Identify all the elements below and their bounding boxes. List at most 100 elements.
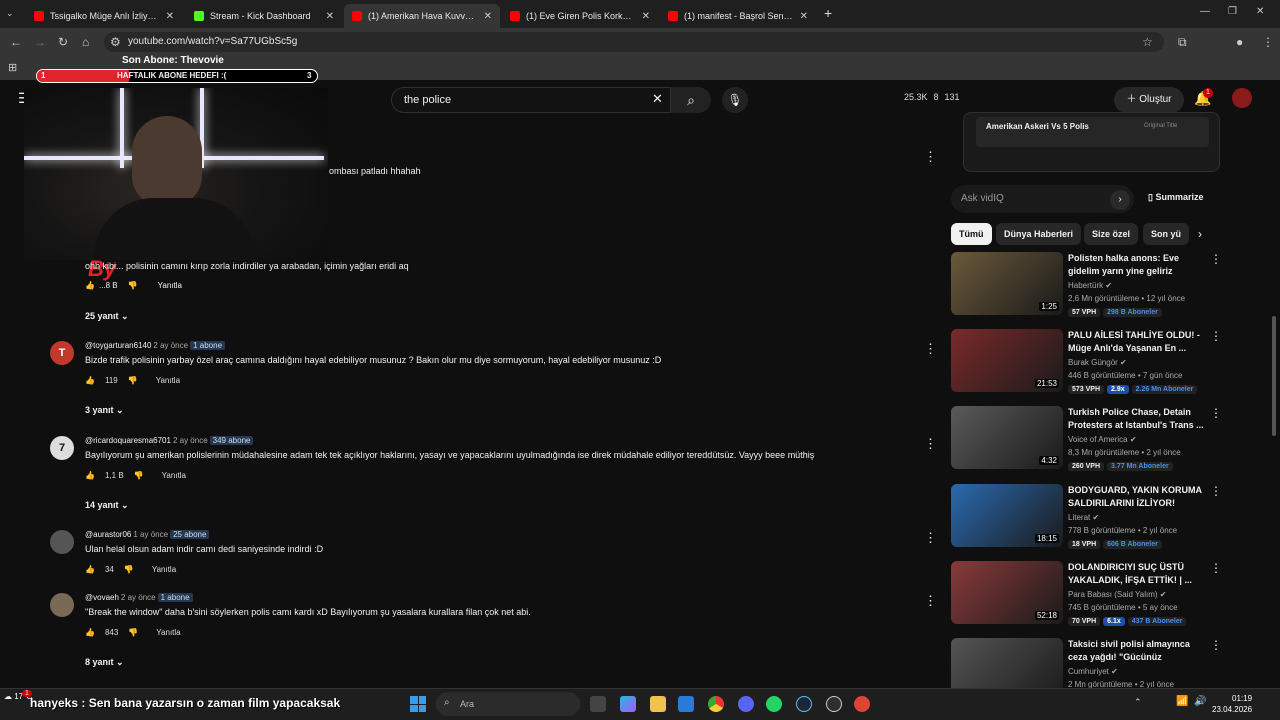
reply-button[interactable]: Yanıtla [156, 628, 180, 637]
video-thumbnail[interactable]: 21:53 [951, 329, 1063, 392]
video-title[interactable]: Polisten halka anons: Eve gidelim yarın … [1068, 252, 1208, 278]
search-button[interactable]: ⌕ [671, 87, 711, 113]
chip-all[interactable]: Tümü [951, 223, 992, 245]
like-icon[interactable]: 👍 [85, 628, 95, 637]
window-minimize-icon[interactable]: — [1200, 6, 1210, 17]
tab-close-icon[interactable]: ✕ [166, 11, 174, 22]
browser-tab[interactable]: (1) manifest - Başrol Sensin | O ✕ [660, 4, 816, 28]
comment-menu-icon[interactable]: ⋮ [924, 341, 937, 357]
recording-app-icon[interactable] [854, 696, 870, 712]
chip-world-news[interactable]: Dünya Haberleri [996, 223, 1082, 245]
video-channel[interactable]: Cumhuriyet ✔ [1068, 667, 1118, 676]
browser-tab[interactable]: Tssigalko Müge Anlı İzliyor (Tap ✕ [26, 4, 182, 28]
wifi-icon[interactable]: 📶 [1176, 696, 1188, 707]
profile-icon[interactable]: ● [1236, 35, 1243, 49]
chip-for-you[interactable]: Size özel [1084, 223, 1139, 245]
browser-tab[interactable]: Stream - Kick Dashboard ✕ [186, 4, 342, 28]
discord-icon[interactable] [738, 696, 754, 712]
summarize-button[interactable]: ▯ Summarize [1148, 192, 1203, 203]
related-video[interactable]: 1:25 Polisten halka anons: Eve gidelim ya… [951, 252, 1222, 322]
tab-close-icon[interactable]: ✕ [800, 11, 808, 22]
video-menu-icon[interactable]: ⋮ [1210, 638, 1222, 652]
create-button[interactable]: ＋ Oluştur [1114, 87, 1184, 113]
comment-author[interactable]: @ricardoquaresma6701 [85, 436, 171, 445]
copilot-icon[interactable] [620, 696, 636, 712]
like-icon[interactable]: 👍 [85, 376, 95, 385]
video-title[interactable]: DOLANDIRICIYI SUÇ ÜSTÜ YAKALADIK, İFŞA E… [1068, 561, 1208, 587]
video-menu-icon[interactable]: ⋮ [1210, 561, 1222, 575]
comment-author[interactable]: @aurastor06 [85, 530, 131, 539]
ask-vidiq-input[interactable]: Ask vidIQ [951, 185, 1134, 213]
video-menu-icon[interactable]: ⋮ [1210, 252, 1222, 266]
dislike-icon[interactable]: 👎 [128, 628, 138, 637]
taskbar-search[interactable]: Ara [436, 692, 580, 716]
dislike-icon[interactable]: 👎 [134, 471, 144, 480]
related-video[interactable]: 52:18 DOLANDIRICIYI SUÇ ÜSTÜ YAKALADIK, İ… [951, 561, 1222, 631]
comment-menu-icon[interactable]: ⋮ [924, 149, 937, 165]
tab-close-icon[interactable]: ✕ [484, 11, 492, 22]
chip-recent[interactable]: Son yü [1143, 223, 1189, 245]
site-info-icon[interactable]: ⚙ [110, 35, 121, 49]
clear-search-icon[interactable]: ✕ [652, 91, 663, 107]
video-channel[interactable]: Burak Güngör ✔ [1068, 358, 1127, 367]
video-channel[interactable]: Habertürk ✔ [1068, 281, 1112, 290]
chips-next-icon[interactable]: › [1198, 227, 1202, 241]
home-icon[interactable]: ⌂ [82, 35, 89, 49]
avatar[interactable] [1232, 88, 1252, 108]
video-title[interactable]: BODYGUARD, YAKIN KORUMA SALDIRILARINI İZ… [1068, 484, 1208, 510]
avatar[interactable] [50, 593, 74, 617]
replies-toggle[interactable]: 25 yanıt ⌄ [85, 311, 129, 322]
whatsapp-icon[interactable] [766, 696, 782, 712]
comment-menu-icon[interactable]: ⋮ [924, 436, 937, 452]
video-thumbnail[interactable]: 52:18 [951, 561, 1063, 624]
comment-author[interactable]: @vovaeh [85, 593, 119, 602]
system-clock[interactable]: 01:19 23.04.2026 [1212, 693, 1252, 715]
video-thumbnail[interactable]: 1:25 [951, 252, 1063, 315]
reply-button[interactable]: Yanıtla [158, 281, 182, 290]
comment-menu-icon[interactable]: ⋮ [924, 593, 937, 609]
related-video[interactable]: 18:15 BODYGUARD, YAKIN KORUMA SALDIRILARI… [951, 484, 1222, 554]
avatar[interactable] [50, 530, 74, 554]
reply-button[interactable]: Yanıtla [162, 471, 186, 480]
file-explorer-icon[interactable] [650, 696, 666, 712]
reply-button[interactable]: Yanıtla [152, 565, 176, 574]
video-title[interactable]: PALU AİLESİ TAHLİYE OLDU! - Müge Anlı'da… [1068, 329, 1208, 355]
replies-toggle[interactable]: 8 yanıt ⌄ [85, 657, 124, 668]
like-icon[interactable]: 👍 [85, 471, 95, 480]
reload-icon[interactable]: ↻ [58, 35, 68, 49]
dislike-icon[interactable]: 👎 [124, 565, 134, 574]
dislike-icon[interactable]: 👎 [128, 281, 138, 290]
video-menu-icon[interactable]: ⋮ [1210, 329, 1222, 343]
comment-menu-icon[interactable]: ⋮ [924, 530, 937, 546]
apps-grid-icon[interactable]: ⊞ [8, 61, 17, 74]
browser-tab[interactable]: (1) Eve Giren Polis Korkunç Bir ✕ [502, 4, 658, 28]
new-tab-button[interactable]: + [824, 5, 832, 21]
video-channel[interactable]: Para Babası (Said Yalım) ✔ [1068, 590, 1166, 599]
obs-icon[interactable] [826, 696, 842, 712]
video-menu-icon[interactable]: ⋮ [1210, 484, 1222, 498]
video-channel[interactable]: Voice of America ✔ [1068, 435, 1137, 444]
search-input[interactable]: the police [391, 87, 671, 113]
window-restore-icon[interactable]: ❐ [1228, 6, 1237, 17]
replies-toggle[interactable]: 14 yanıt ⌄ [85, 500, 129, 511]
video-menu-icon[interactable]: ⋮ [1210, 406, 1222, 420]
video-title[interactable]: Taksici sivil polisi almayınca ceza yağd… [1068, 638, 1208, 664]
related-video[interactable]: 21:53 PALU AİLESİ TAHLİYE OLDU! - Müge An… [951, 329, 1222, 399]
avatar[interactable]: T [50, 341, 74, 365]
bookmark-star-icon[interactable]: ☆ [1142, 35, 1153, 49]
start-button[interactable] [410, 696, 426, 712]
reply-button[interactable]: Yanıtla [156, 376, 180, 385]
store-icon[interactable] [678, 696, 694, 712]
browser-tab[interactable]: (1) Amerikan Hava Kuvvetleri Y ✕ [344, 4, 500, 28]
tab-list-icon[interactable]: ⌄ [6, 8, 14, 19]
replies-toggle[interactable]: 3 yanıt ⌄ [85, 405, 124, 416]
video-title[interactable]: Turkish Police Chase, Detain Protesters … [1068, 406, 1208, 432]
video-thumbnail[interactable]: 4:32 [951, 406, 1063, 469]
task-view-icon[interactable] [590, 696, 606, 712]
page-scrollbar[interactable] [1272, 316, 1276, 436]
comment-author[interactable]: @toygarturan6140 [85, 341, 151, 350]
extensions-icon[interactable]: ⧉ [1178, 35, 1187, 50]
tab-close-icon[interactable]: ✕ [326, 11, 334, 22]
chrome-icon[interactable] [708, 696, 724, 712]
avatar[interactable]: 7 [50, 436, 74, 460]
